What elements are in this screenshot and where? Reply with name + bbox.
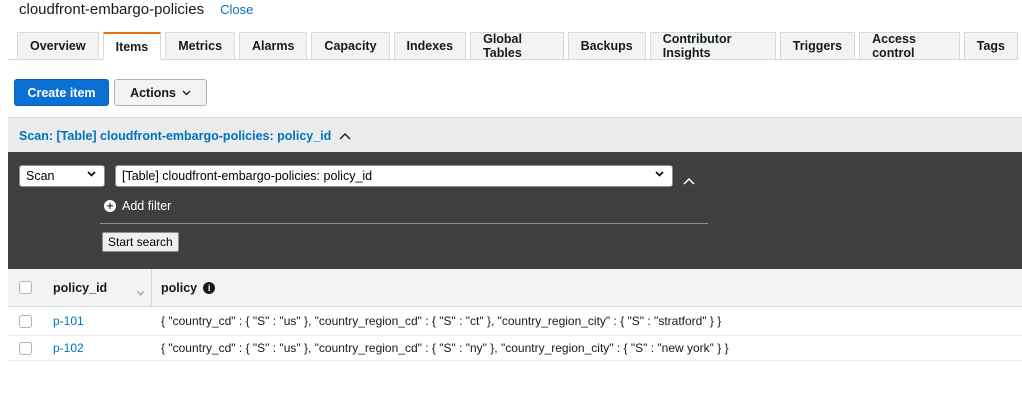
sort-caret-icon[interactable] [137,283,144,301]
cell-policy-id[interactable]: p-101 [53,314,84,328]
chevron-down-icon [182,90,191,95]
table-row[interactable]: p-102 { "country_cd" : { "S" : "us" }, "… [8,336,1022,361]
column-header-policy: policy i [161,281,216,295]
actions-button[interactable]: Actions [114,79,207,106]
tab-metrics[interactable]: Metrics [165,32,236,60]
results-table: policy_id policy i p-101 { "country_cd" :… [8,269,1022,361]
column-divider [151,269,152,306]
operation-select[interactable]: Scan [19,165,105,187]
table-header: policy_id policy i [8,269,1022,307]
column-header-policy-id[interactable]: policy_id [53,281,107,295]
tab-indexes[interactable]: Indexes [393,32,467,60]
row-checkbox[interactable] [19,315,32,328]
chevron-up-icon[interactable] [339,132,351,140]
create-item-button[interactable]: Create item [14,79,109,106]
tab-backups[interactable]: Backups [567,32,646,60]
tab-capacity[interactable]: Capacity [311,32,390,60]
close-link[interactable]: Close [220,2,253,17]
chevron-down-icon [87,171,96,177]
tab-overview[interactable]: Overview [17,32,99,60]
column-header-policy-label: policy [161,281,198,295]
tab-items[interactable]: Items [102,32,162,60]
tab-tags[interactable]: Tags [963,32,1019,60]
header: cloudfront-embargo-policies Close [19,0,253,18]
target-select[interactable]: [Table] cloudfront-embargo-policies: pol… [115,165,673,187]
info-icon[interactable]: i [203,282,216,294]
tab-contributor-insights[interactable]: Contributor Insights [649,32,776,60]
add-filter-label: Add filter [122,199,172,213]
plus-circle-icon: + [104,200,116,212]
row-checkbox[interactable] [19,342,32,355]
actions-button-label: Actions [130,85,176,100]
tab-bar: Overview Items Metrics Alarms Capacity I… [17,32,1022,60]
filter-divider [100,223,708,224]
select-all-checkbox[interactable] [19,281,32,294]
cell-policy-id[interactable]: p-102 [53,341,84,355]
add-filter-button[interactable]: + Add filter [104,199,171,213]
scan-summary-bar: Scan: [Table] cloudfront-embargo-policie… [8,117,1022,153]
target-select-value: [Table] cloudfront-embargo-policies: pol… [122,169,373,183]
page-title: cloudfront-embargo-policies [19,0,205,18]
tab-triggers[interactable]: Triggers [779,32,856,60]
chevron-down-icon [655,171,664,177]
cell-policy: { "country_cd" : { "S" : "us" }, "countr… [161,314,722,328]
cell-policy: { "country_cd" : { "S" : "us" }, "countr… [161,341,729,355]
scan-summary-toggle[interactable]: Scan: [Table] cloudfront-embargo-policie… [19,129,331,143]
table-row[interactable]: p-101 { "country_cd" : { "S" : "us" }, "… [8,307,1022,336]
tab-global-tables[interactable]: Global Tables [470,32,564,60]
scan-panel: Scan [Table] cloudfront-embargo-policies… [8,152,1022,269]
operation-select-value: Scan [26,169,55,183]
chevron-up-icon[interactable] [683,172,695,190]
tab-alarms[interactable]: Alarms [239,32,308,60]
tab-access-control[interactable]: Access control [859,32,960,60]
start-search-button[interactable]: Start search [102,232,179,252]
